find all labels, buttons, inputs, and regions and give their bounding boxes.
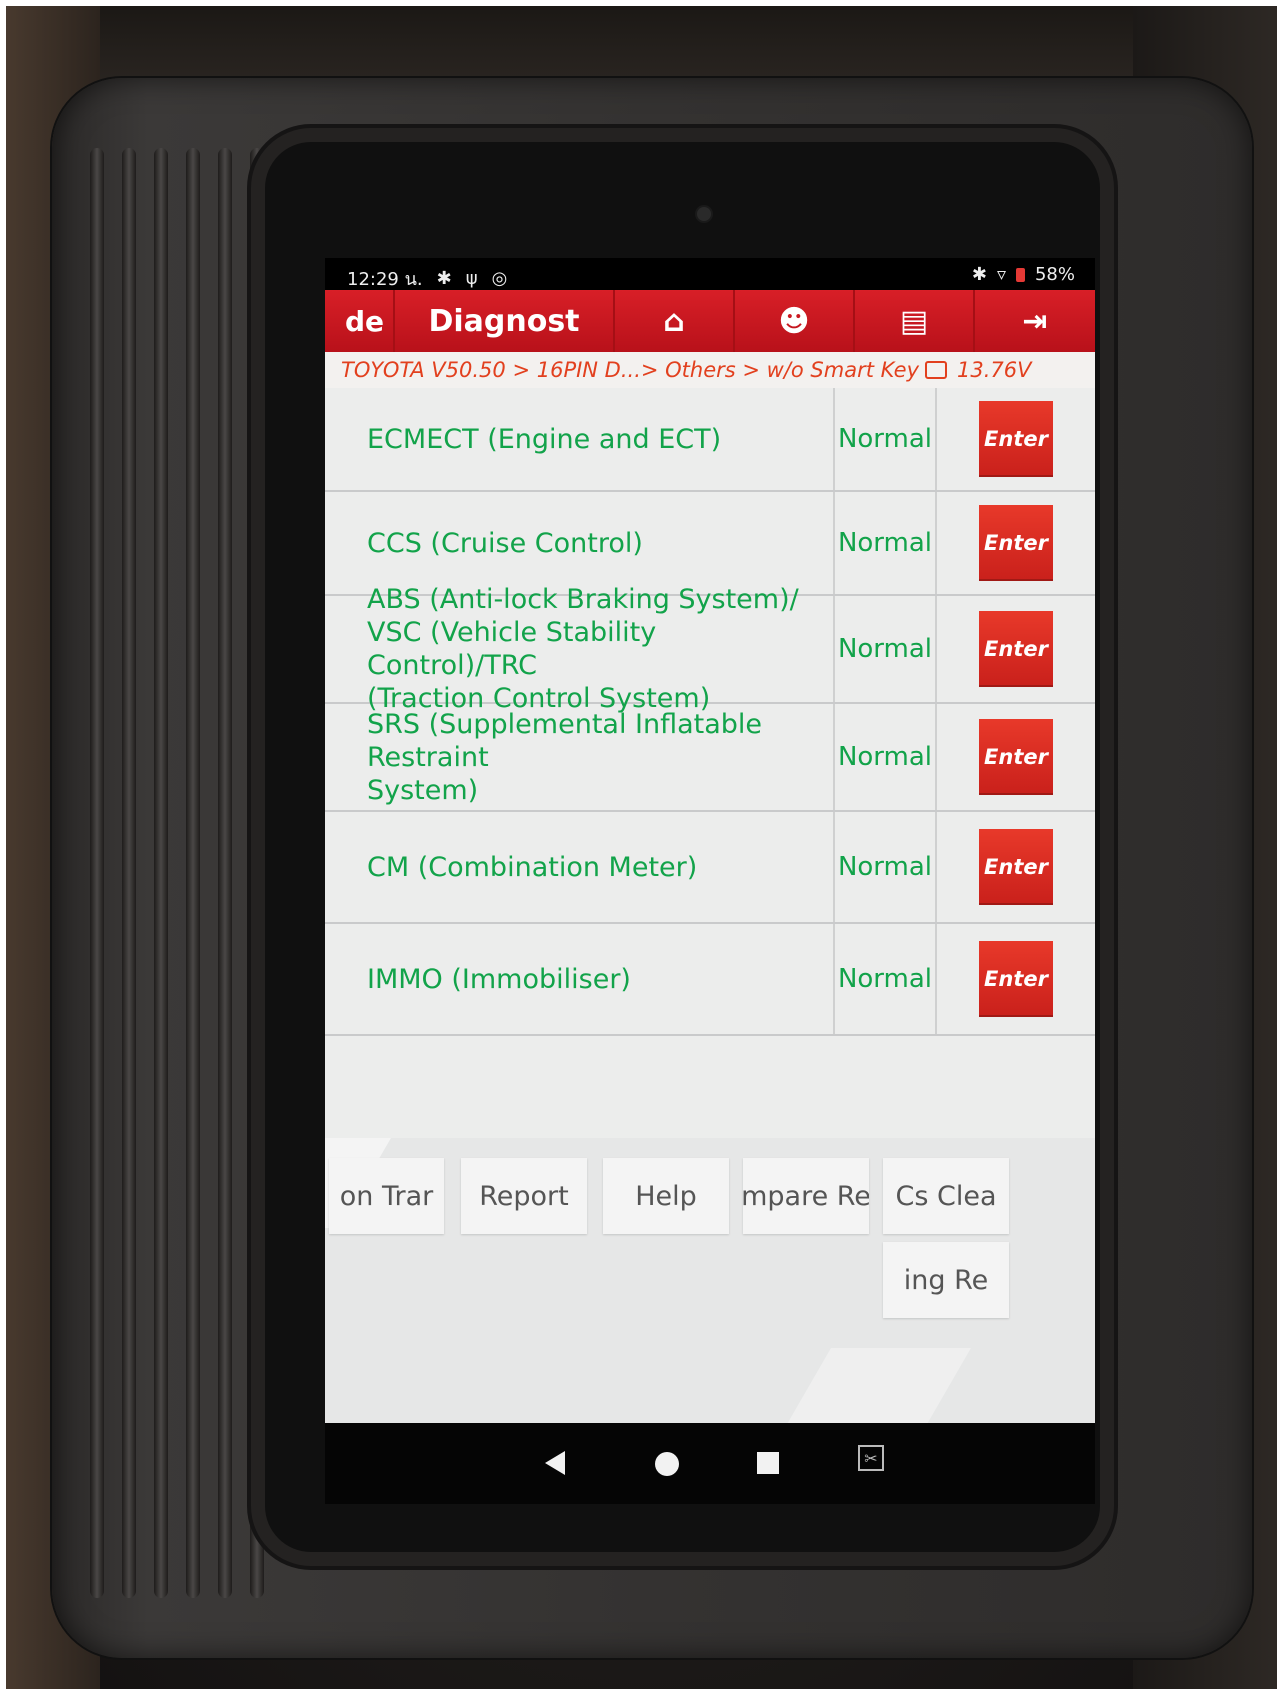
back-button[interactable]: de: [325, 290, 395, 352]
home-button[interactable]: ⌂: [615, 290, 735, 352]
system-status: Normal: [835, 704, 937, 810]
top-toolbar: de Diagnost ⌂ ☻ ▤ ⇥: [325, 290, 1095, 352]
status-bar: 12:29 น. ✱ ψ ◎ ✱ ▿ 58%: [325, 258, 1095, 290]
android-nav-bar: ✂: [325, 1423, 1095, 1504]
back-icon[interactable]: [545, 1451, 565, 1475]
device-grip: [70, 148, 280, 1598]
background-seat-top: [0, 0, 1283, 90]
support-button[interactable]: ☻: [735, 290, 855, 352]
system-name: ECMECT (Engine and ECT): [325, 388, 835, 490]
system-row: CM (Combination Meter) Normal Enter: [325, 812, 1095, 924]
system-list: ECMECT (Engine and ECT) Normal Enter CCS…: [325, 388, 1095, 1138]
exit-button[interactable]: ⇥: [975, 290, 1095, 352]
recent-apps-icon[interactable]: [757, 1452, 779, 1474]
breadcrumb: TOYOTA V50.50 > 16PIN D...> Others > w/o…: [325, 352, 1095, 388]
bottom-function-bar: on Trar Report Help mpare Re Cs Clea ing…: [325, 1138, 1095, 1438]
system-row: SRS (Supplemental Inflatable Restraint S…: [325, 704, 1095, 812]
system-row: IMMO (Immobiliser) Normal Enter: [325, 924, 1095, 1036]
print-button[interactable]: ▤: [855, 290, 975, 352]
enter-button[interactable]: Enter: [979, 401, 1053, 477]
enter-button[interactable]: Enter: [979, 611, 1053, 687]
clock: 12:29 น.: [347, 269, 423, 290]
system-name: CM (Combination Meter): [325, 812, 835, 922]
system-row: CCS (Cruise Control) Normal Enter: [325, 492, 1095, 596]
home-icon: ⌂: [663, 303, 685, 339]
battery-level: 58%: [1034, 264, 1075, 285]
system-status: Normal: [835, 596, 937, 702]
home-circle-icon[interactable]: [655, 1452, 679, 1476]
usb-icon: ψ: [465, 268, 478, 289]
breadcrumb-path: TOYOTA V50.50 > 16PIN D...> Others > w/o…: [341, 358, 920, 382]
exit-icon: ⇥: [1022, 303, 1048, 339]
system-name: IMMO (Immobiliser): [325, 924, 835, 1034]
reading-button[interactable]: ing Re: [883, 1242, 1009, 1318]
transfer-button[interactable]: on Trar: [329, 1158, 444, 1234]
voltage-readout: 13.76V: [957, 358, 1032, 382]
system-row: ABS (Anti-lock Braking System)/ VSC (Veh…: [325, 584, 1095, 714]
bluetooth-icon: ✱: [971, 264, 987, 285]
system-status: Normal: [835, 812, 937, 922]
camera-lens: [697, 207, 711, 221]
system-name: SRS (Supplemental Inflatable Restraint S…: [325, 704, 835, 810]
system-status: Normal: [835, 388, 937, 490]
system-name: CCS (Cruise Control): [325, 492, 835, 594]
clear-codes-button[interactable]: Cs Clea: [883, 1158, 1009, 1234]
sync-icon: ◎: [491, 268, 508, 289]
print-icon: ▤: [899, 303, 929, 339]
enter-button[interactable]: Enter: [979, 941, 1053, 1017]
enter-button[interactable]: Enter: [979, 505, 1053, 581]
battery-voltage-icon: [925, 361, 948, 379]
system-status: Normal: [835, 924, 937, 1034]
wifi-icon: ▿: [996, 264, 1006, 285]
support-icon: ☻: [778, 303, 810, 339]
screenshot-icon[interactable]: ✂: [858, 1445, 884, 1471]
device-screen: 12:29 น. ✱ ψ ◎ ✱ ▿ 58% de Diagnost ⌂ ☻ ▤…: [325, 258, 1095, 1504]
battery-icon: [1015, 267, 1025, 282]
diagnose-tab[interactable]: Diagnost: [395, 290, 615, 352]
gear-icon: ✱: [436, 268, 452, 289]
enter-button[interactable]: Enter: [979, 829, 1053, 905]
system-name: ABS (Anti-lock Braking System)/ VSC (Veh…: [325, 584, 835, 714]
report-button[interactable]: Report: [461, 1158, 587, 1234]
system-status: Normal: [835, 492, 937, 594]
help-button[interactable]: Help: [603, 1158, 729, 1234]
system-row: ECMECT (Engine and ECT) Normal Enter: [325, 388, 1095, 492]
enter-button[interactable]: Enter: [979, 719, 1053, 795]
compare-button[interactable]: mpare Re: [743, 1158, 869, 1234]
